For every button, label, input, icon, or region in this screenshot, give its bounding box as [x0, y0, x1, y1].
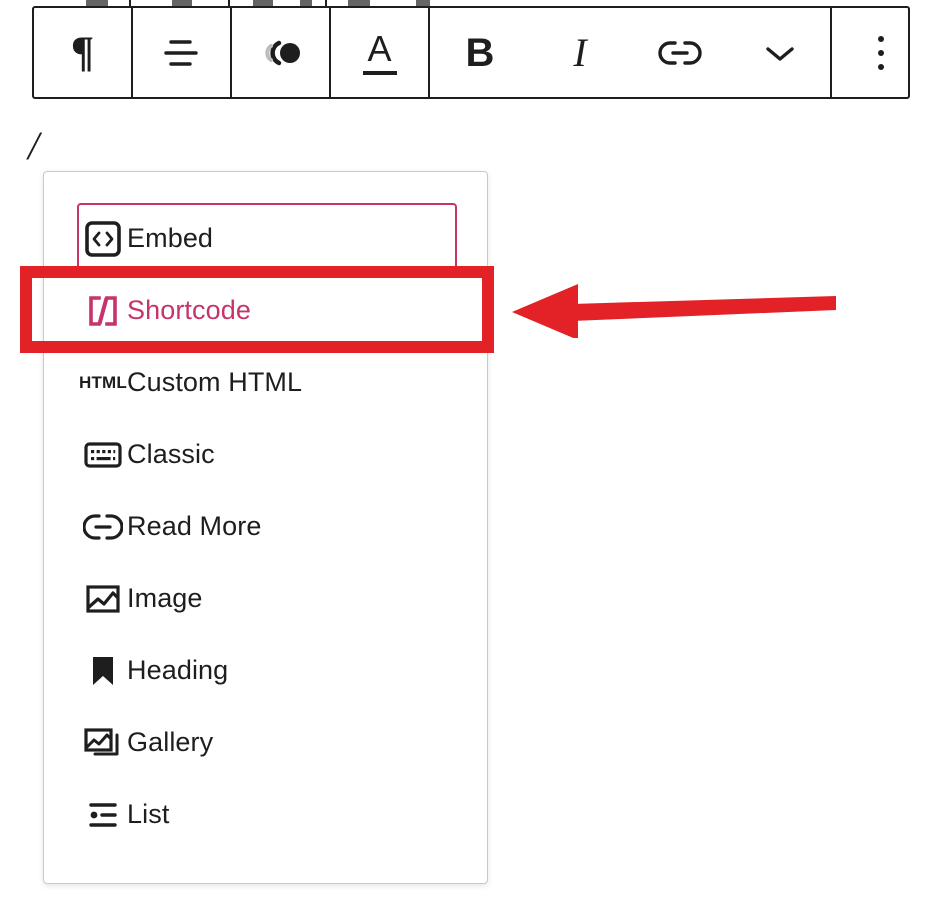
color-underline	[362, 70, 397, 75]
inserter-item-label: Heading	[127, 655, 229, 686]
link-button[interactable]	[630, 8, 730, 97]
inserter-item-shortcode[interactable]: Shortcode	[77, 275, 457, 347]
inserter-item-label: Shortcode	[127, 295, 251, 326]
inserter-item-embed[interactable]: Embed	[77, 203, 457, 275]
more-formatting-button[interactable]	[730, 8, 830, 97]
italic-button[interactable]: I	[530, 8, 630, 97]
toolbar-group-formatting: B I	[430, 8, 830, 97]
html-badge-text: HTML	[79, 373, 128, 392]
toolbar-group-text-color: A	[331, 8, 428, 97]
gallery-icon	[79, 724, 127, 762]
inserter-item-custom-html[interactable]: HTML Custom HTML	[77, 347, 457, 419]
drag-handle-icon	[259, 38, 303, 68]
inserter-item-label: Custom HTML	[127, 367, 303, 398]
list-icon	[79, 798, 127, 832]
toolbar-group-options	[832, 8, 929, 97]
inserter-item-label: Embed	[127, 223, 214, 254]
block-type-paragraph-button[interactable]: ¶	[34, 8, 131, 97]
move-block-button[interactable]	[232, 8, 329, 97]
keyboard-icon	[79, 439, 127, 471]
paragraph-icon: ¶	[70, 29, 95, 76]
align-text-icon	[162, 36, 202, 70]
block-inserter-panel: Embed Shortcode HTML Custom HTML Classic…	[43, 171, 488, 884]
html-badge-icon: HTML	[79, 373, 127, 393]
toolbar-group-block-type: ¶	[34, 8, 131, 97]
typed-slash-character: /	[28, 123, 40, 168]
inserter-item-heading[interactable]: Heading	[77, 635, 457, 707]
toolbar-group-align	[133, 8, 230, 97]
more-vertical-icon	[873, 33, 889, 73]
italic-icon: I	[573, 29, 587, 75]
shortcode-icon	[79, 291, 127, 331]
inserter-item-label: List	[127, 799, 170, 830]
text-color-icon: A	[362, 30, 397, 75]
inserter-item-label: Classic	[127, 439, 215, 470]
embed-code-icon	[79, 220, 127, 258]
inserter-item-label: Read More	[127, 511, 262, 542]
bold-icon: B	[465, 30, 495, 75]
toolbar-group-move	[232, 8, 329, 97]
inserter-item-image[interactable]: Image	[77, 563, 457, 635]
block-toolbar[interactable]: ¶ A B I	[32, 6, 910, 99]
inserter-item-read-more[interactable]: Read More	[77, 491, 457, 563]
block-options-button[interactable]	[832, 8, 929, 97]
pointer-arrow	[512, 276, 836, 340]
read-more-icon	[79, 512, 127, 542]
heading-bookmark-icon	[79, 652, 127, 690]
inserter-item-list[interactable]: List	[77, 779, 457, 851]
inserter-item-gallery[interactable]: Gallery	[77, 707, 457, 779]
image-icon	[79, 580, 127, 618]
link-icon	[658, 38, 702, 68]
bold-button[interactable]: B	[430, 8, 530, 97]
align-text-button[interactable]	[133, 8, 230, 97]
inserter-item-label: Image	[127, 583, 203, 614]
inserter-item-classic[interactable]: Classic	[77, 419, 457, 491]
chevron-down-icon	[762, 41, 798, 65]
inserter-item-label: Gallery	[127, 727, 214, 758]
text-color-button[interactable]: A	[331, 8, 428, 97]
